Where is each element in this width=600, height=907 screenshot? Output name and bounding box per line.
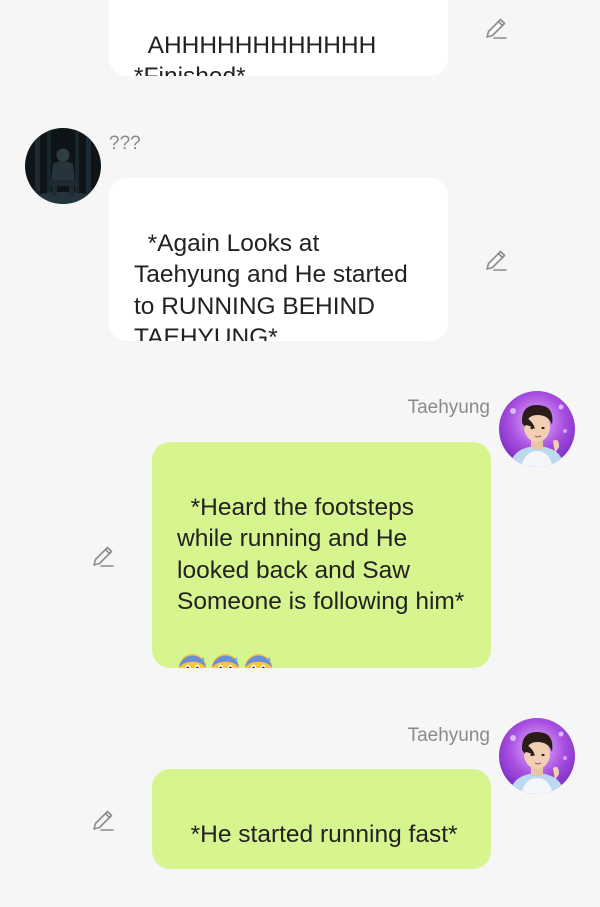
pencil-edit-icon[interactable]: [483, 15, 509, 41]
message-bubble-incoming: *Again Looks at Taehyung and He started …: [109, 178, 448, 341]
pencil-edit-icon[interactable]: [483, 247, 509, 273]
sender-name: Taehyung: [407, 397, 490, 418]
taehyung-avatar-icon[interactable]: [499, 718, 575, 794]
message-bubble-outgoing: *Heard the footsteps while running and H…: [152, 442, 491, 668]
message-text: *Heard the footsteps while running and H…: [177, 493, 465, 616]
pencil-edit-icon[interactable]: [90, 543, 116, 569]
anxious-face-with-sweat-icon: [177, 651, 208, 668]
message-bubble-outgoing: *He started running fast*: [152, 769, 491, 869]
sender-name: ???: [109, 133, 141, 154]
message-text: *Again Looks at Taehyung and He started …: [134, 229, 415, 342]
taehyung-avatar-icon[interactable]: [499, 391, 575, 467]
dark-figure-avatar-icon[interactable]: [25, 128, 101, 204]
pencil-edit-icon[interactable]: [90, 807, 116, 833]
emoji-row: [177, 651, 466, 668]
message-text: AHHHHHHHHHHHH *Finished*: [134, 31, 377, 77]
anxious-face-with-sweat-icon: [243, 651, 274, 668]
message-bubble-incoming: AHHHHHHHHHHHH *Finished*: [109, 0, 448, 76]
sender-name: Taehyung: [407, 725, 490, 746]
anxious-face-with-sweat-icon: [210, 651, 241, 668]
message-text: *He started running fast*: [190, 820, 458, 848]
